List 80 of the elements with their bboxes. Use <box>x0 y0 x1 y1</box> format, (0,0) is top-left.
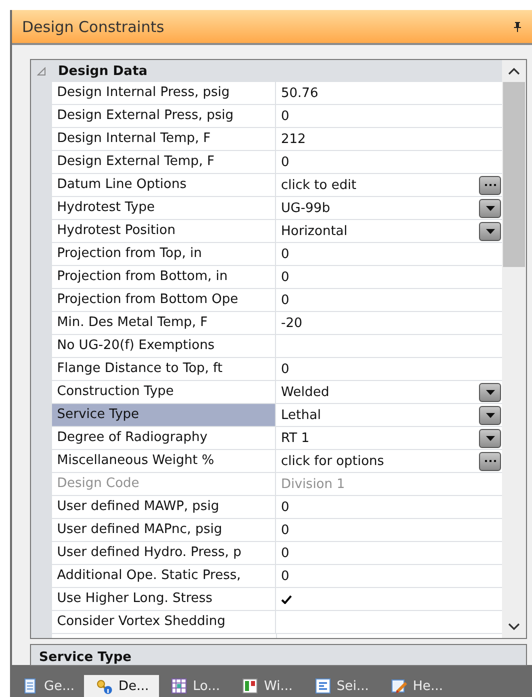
caret-icon <box>486 436 494 440</box>
property-label[interactable]: Design Internal Press, psig <box>52 82 276 105</box>
property-value[interactable]: -20 <box>281 316 502 330</box>
property-label[interactable]: User defined Hydro. Press, p <box>52 542 276 565</box>
panel-title: Design Constraints <box>22 18 164 36</box>
property-label[interactable]: Projection from Bottom Ope <box>52 289 276 312</box>
property-value[interactable]: 0 <box>281 362 502 376</box>
scroll-up-icon[interactable] <box>508 67 520 75</box>
property-value[interactable]: 50.76 <box>281 86 502 100</box>
property-label[interactable]: User defined MAWP, psig <box>52 496 276 519</box>
list-icon <box>314 678 331 694</box>
property-value[interactable]: Horizontal <box>281 224 479 238</box>
description-title: Service Type <box>39 650 132 665</box>
tab[interactable]: Sei... <box>302 675 379 697</box>
dropdown-button[interactable] <box>479 406 501 424</box>
document-icon <box>22 678 38 694</box>
dropdown-button[interactable] <box>479 222 501 240</box>
property-label[interactable]: User defined MAPnc, psig <box>52 519 276 542</box>
property-value[interactable]: Lethal <box>281 408 479 422</box>
property-label[interactable]: Use Higher Long. Stress <box>52 588 276 611</box>
dropdown-button[interactable] <box>479 428 501 448</box>
ellipsis-icon <box>484 184 496 186</box>
ellipsis-button[interactable] <box>479 176 501 194</box>
tab[interactable]: Ge... <box>10 675 84 697</box>
property-value[interactable]: 0 <box>281 568 502 584</box>
property-value: Division 1 <box>281 476 346 492</box>
property-value[interactable]: 0 <box>281 154 502 170</box>
dropdown-button[interactable] <box>479 382 501 402</box>
collapse-icon[interactable] <box>37 66 46 76</box>
property-value[interactable]: Welded <box>281 384 479 400</box>
ellipsis-icon <box>484 460 496 462</box>
property-label[interactable]: Flange Distance to Top, ft <box>52 358 276 381</box>
property-label[interactable]: Construction Type <box>52 381 276 404</box>
property-label[interactable]: Miscellaneous Weight % <box>52 450 276 473</box>
property-value[interactable]: 0 <box>281 108 502 124</box>
property-label[interactable]: Service Type <box>52 404 276 427</box>
scroll-bar[interactable] <box>502 60 526 638</box>
tab[interactable]: Lo... <box>158 675 230 697</box>
pin-icon[interactable] <box>513 22 522 32</box>
property-value[interactable]: 0 <box>281 246 502 262</box>
property-label[interactable]: Degree of Radiography <box>52 427 276 450</box>
property-label[interactable]: Consider Vortex Shedding <box>52 611 276 634</box>
category-row[interactable]: Design Data <box>31 60 502 82</box>
property-value[interactable]: 0 <box>281 500 502 514</box>
property-value[interactable]: 212 <box>281 132 502 146</box>
property-label[interactable]: Projection from Bottom, in <box>52 266 276 289</box>
property-value[interactable]: 0 <box>281 270 502 284</box>
caret-icon <box>486 206 494 210</box>
property-label[interactable]: Design Internal Temp, F <box>52 128 276 151</box>
property-label[interactable]: Hydrotest Position <box>52 220 276 243</box>
tab[interactable]: Wi... <box>230 675 303 697</box>
checkmark-icon[interactable] <box>281 592 294 606</box>
property-value[interactable]: 0 <box>281 546 502 560</box>
property-label[interactable]: Datum Line Options <box>52 174 276 197</box>
dropdown-button[interactable] <box>479 198 501 218</box>
pencil-icon <box>390 678 407 694</box>
tab[interactable]: De... <box>84 675 159 697</box>
tab[interactable]: He... <box>378 675 454 697</box>
property-label[interactable]: No UG-20(f) Exemptions <box>52 335 276 358</box>
property-label[interactable]: Design External Press, psig <box>52 105 276 128</box>
property-label[interactable]: Min. Des Metal Temp, F <box>52 312 276 335</box>
scroll-down-icon[interactable] <box>508 623 520 631</box>
caret-icon <box>486 412 494 418</box>
ellipsis-button[interactable] <box>479 452 501 470</box>
chart-icon <box>242 678 258 694</box>
scroll-thumb[interactable] <box>503 82 525 267</box>
property-label[interactable]: Projection from Top, in <box>52 243 276 266</box>
property-label[interactable]: Additional Ope. Static Press, <box>52 565 276 588</box>
caret-icon <box>486 228 494 234</box>
key-icon <box>96 678 112 694</box>
property-value[interactable]: 0 <box>281 292 502 308</box>
property-label[interactable]: Design External Temp, F <box>52 151 276 174</box>
grid-icon <box>170 678 187 694</box>
property-label[interactable]: Hydrotest Type <box>52 197 276 220</box>
property-value[interactable]: click to edit <box>281 178 479 192</box>
property-value[interactable]: 0 <box>281 522 502 538</box>
caret-icon <box>486 390 494 394</box>
property-value[interactable]: UG-99b <box>281 200 479 216</box>
property-value[interactable]: click for options <box>281 454 479 468</box>
property-value[interactable]: RT 1 <box>281 430 479 446</box>
